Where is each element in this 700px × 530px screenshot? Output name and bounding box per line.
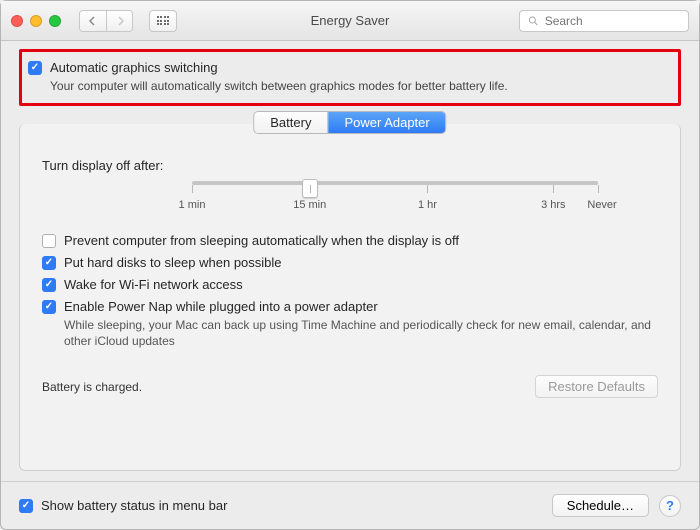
tick-1hr: 1 hr	[418, 199, 437, 211]
nav-back-forward	[79, 10, 133, 32]
battery-status: Battery is charged.	[42, 380, 142, 394]
titlebar: Energy Saver	[1, 1, 699, 41]
power-nap-label: Enable Power Nap while plugged into a po…	[64, 299, 378, 314]
zoom-window-button[interactable]	[49, 15, 61, 27]
power-nap-checkbox[interactable]	[42, 300, 56, 314]
content-area: Automatic graphics switching Your comput…	[1, 41, 699, 481]
auto-graphics-checkbox[interactable]	[28, 61, 42, 75]
forward-button[interactable]	[106, 11, 132, 31]
back-button[interactable]	[80, 11, 106, 31]
auto-graphics-label: Automatic graphics switching	[50, 60, 218, 75]
tab-power-adapter[interactable]: Power Adapter	[327, 112, 445, 133]
wake-wifi-checkbox[interactable]	[42, 278, 56, 292]
highlighted-setting: Automatic graphics switching Your comput…	[19, 49, 681, 106]
show-battery-menubar-checkbox[interactable]	[19, 499, 33, 513]
slider-ticks: 1 min 15 min 1 hr 3 hrs Never	[192, 181, 598, 211]
tick-15min: 15 min	[293, 199, 326, 211]
traffic-lights	[11, 15, 61, 27]
show-battery-menubar-label: Show battery status in menu bar	[41, 498, 227, 513]
bottom-bar: Show battery status in menu bar Schedule…	[1, 481, 699, 529]
close-window-button[interactable]	[11, 15, 23, 27]
wake-wifi-label: Wake for Wi-Fi network access	[64, 277, 243, 292]
search-input[interactable]	[545, 14, 680, 28]
tab-battery[interactable]: Battery	[254, 112, 327, 133]
power-nap-desc: While sleeping, your Mac can back up usi…	[64, 317, 658, 349]
display-sleep-slider[interactable]: 1 min 15 min 1 hr 3 hrs Never	[42, 175, 658, 215]
schedule-button[interactable]: Schedule…	[552, 494, 649, 517]
prevent-sleep-label: Prevent computer from sleeping automatic…	[64, 233, 459, 248]
settings-panel: Battery Power Adapter Turn display off a…	[19, 124, 681, 471]
prevent-sleep-checkbox[interactable]	[42, 234, 56, 248]
minimize-window-button[interactable]	[30, 15, 42, 27]
tick-3hrs: 3 hrs	[541, 199, 565, 211]
hard-disks-checkbox[interactable]	[42, 256, 56, 270]
search-field[interactable]	[519, 10, 689, 32]
preferences-window: Energy Saver Automatic graphics switchin…	[0, 0, 700, 530]
display-sleep-label: Turn display off after:	[42, 158, 658, 173]
show-all-prefs-button[interactable]	[149, 10, 177, 32]
auto-graphics-desc: Your computer will automatically switch …	[50, 79, 666, 93]
restore-defaults-button[interactable]: Restore Defaults	[535, 375, 658, 398]
power-source-tabs: Battery Power Adapter	[253, 111, 446, 134]
help-button[interactable]: ?	[659, 495, 681, 517]
grid-icon	[157, 16, 170, 25]
tick-1min: 1 min	[179, 199, 206, 211]
options-list: Prevent computer from sleeping automatic…	[42, 233, 658, 349]
tick-never: Never	[587, 199, 616, 211]
hard-disks-label: Put hard disks to sleep when possible	[64, 255, 282, 270]
search-icon	[528, 15, 539, 27]
